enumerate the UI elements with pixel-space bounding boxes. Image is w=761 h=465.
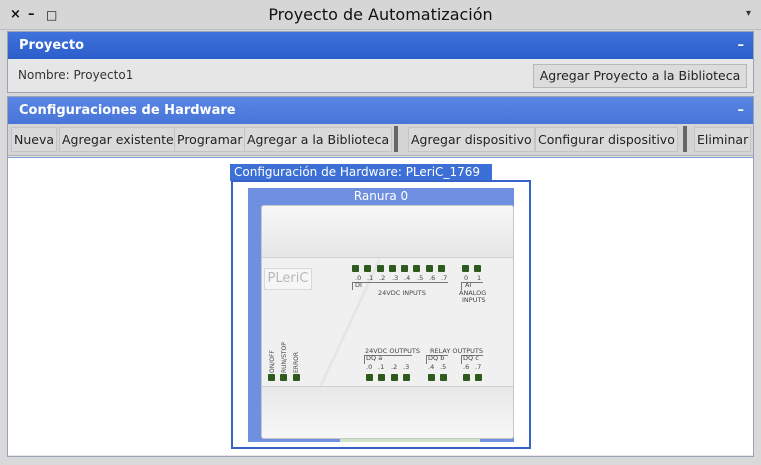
program-button[interactable]: Programar xyxy=(174,127,246,152)
plc-bottom-cover xyxy=(262,386,513,438)
status-led xyxy=(280,374,288,381)
add-device-button[interactable]: Agregar dispositivo xyxy=(408,127,535,152)
di-bit-label: .4 xyxy=(404,274,411,282)
ai-led xyxy=(462,265,469,272)
status-led-row xyxy=(268,374,305,381)
collapse-icon[interactable]: – xyxy=(738,32,745,59)
hardware-header[interactable]: Configuraciones de Hardware – xyxy=(8,97,753,124)
add-existing-button[interactable]: Agregar existente xyxy=(59,127,177,152)
project-header-label: Proyecto xyxy=(19,38,85,53)
collapse-icon[interactable]: – xyxy=(738,97,745,124)
dq-a-label: DQ a xyxy=(366,354,383,362)
di-led xyxy=(376,265,384,272)
ai-caption: INPUTS xyxy=(462,296,486,304)
hardware-config-label[interactable]: Configuración de Hardware: PLeriC_1769 xyxy=(230,164,492,181)
di-bit-label: .6 xyxy=(429,274,436,282)
dq-led xyxy=(475,374,483,381)
plc-top-cover xyxy=(262,206,513,258)
di-bit-label: .5 xyxy=(417,274,424,282)
hardware-toolbar: Nueva Agregar existente Programar Agrega… xyxy=(8,124,753,156)
add-to-library-button[interactable]: Agregar a la Biblioteca xyxy=(244,127,393,152)
slot-header[interactable]: Ranura 0 xyxy=(248,188,514,204)
dq-b-label: DQ b xyxy=(428,354,445,362)
di-led xyxy=(388,265,396,272)
ai-group-label: AI xyxy=(465,281,472,289)
status-label-onoff: ON/OFF xyxy=(269,350,276,373)
di-group-label: DI xyxy=(355,281,362,289)
toolbar-separator xyxy=(394,126,398,152)
hardware-header-label: Configuraciones de Hardware xyxy=(19,103,236,118)
dq-led xyxy=(428,374,435,381)
project-section: Proyecto – Nombre: Proyecto1 Agregar Pro… xyxy=(7,31,754,93)
configure-device-button[interactable]: Configurar dispositivo xyxy=(535,127,678,152)
status-led xyxy=(268,374,275,381)
di-led xyxy=(413,265,421,272)
new-button[interactable]: Nueva xyxy=(11,127,58,152)
plc-device[interactable]: PLeriC .0 .1 .2 .3 .4 .5 .6 .7 DI 24VDC … xyxy=(261,205,514,439)
status-led xyxy=(292,374,300,381)
dq-b-led-row xyxy=(428,374,453,381)
dq-bit-label: .7 xyxy=(475,363,482,371)
window-title: Proyecto de Automatización xyxy=(268,5,493,24)
dq-led xyxy=(366,374,373,381)
status-label-runstop: RUN/STOP xyxy=(281,342,288,373)
dq-led xyxy=(463,374,470,381)
plc-footer-strip xyxy=(340,439,480,442)
plc-brand-label: PLeriC xyxy=(264,268,312,290)
toolbar-separator xyxy=(683,126,687,152)
dq-led xyxy=(402,374,410,381)
dq-bit-label: .0 xyxy=(366,363,373,371)
dq-bit-label: .4 xyxy=(428,363,435,371)
dq-bit-label: .5 xyxy=(440,363,447,371)
di-caption: 24VDC INPUTS xyxy=(378,289,426,297)
dq-led xyxy=(378,374,386,381)
delete-button[interactable]: Eliminar xyxy=(694,127,752,152)
project-name: Nombre: Proyecto1 xyxy=(18,68,134,82)
dq-bit-label: .6 xyxy=(463,363,470,371)
dq-bit-label: .1 xyxy=(378,363,385,371)
di-led xyxy=(425,265,433,272)
ai-led-row xyxy=(462,265,487,272)
di-bit-label: .3 xyxy=(392,274,399,282)
di-bit-label: .2 xyxy=(379,274,386,282)
di-led-row xyxy=(352,265,450,272)
dq-led xyxy=(390,374,398,381)
window-menu-icon[interactable]: ▾ xyxy=(746,8,751,19)
ai-led xyxy=(474,265,482,272)
di-bit-label: .7 xyxy=(441,274,448,282)
project-header[interactable]: Proyecto – xyxy=(8,32,753,59)
di-led xyxy=(364,265,372,272)
project-row: Nombre: Proyecto1 Agregar Proyecto a la … xyxy=(8,59,753,93)
di-led xyxy=(352,265,359,272)
di-bit-label: .1 xyxy=(367,274,374,282)
dq-bit-label: .3 xyxy=(403,363,410,371)
title-bar: × – □ Proyecto de Automatización ▾ xyxy=(0,0,761,30)
dq-c-led-row xyxy=(463,374,488,381)
di-led xyxy=(438,265,446,272)
ai-bit-label: 1 xyxy=(477,274,482,282)
dq-c-label: DQ c xyxy=(463,354,479,362)
di-led xyxy=(401,265,409,272)
dq-led xyxy=(440,374,448,381)
dq-bit-label: .2 xyxy=(391,363,398,371)
add-project-to-library-button[interactable]: Agregar Proyecto a la Biblioteca xyxy=(533,64,747,88)
status-label-error: ERROR xyxy=(293,351,300,373)
dq-a-led-row xyxy=(366,374,415,381)
